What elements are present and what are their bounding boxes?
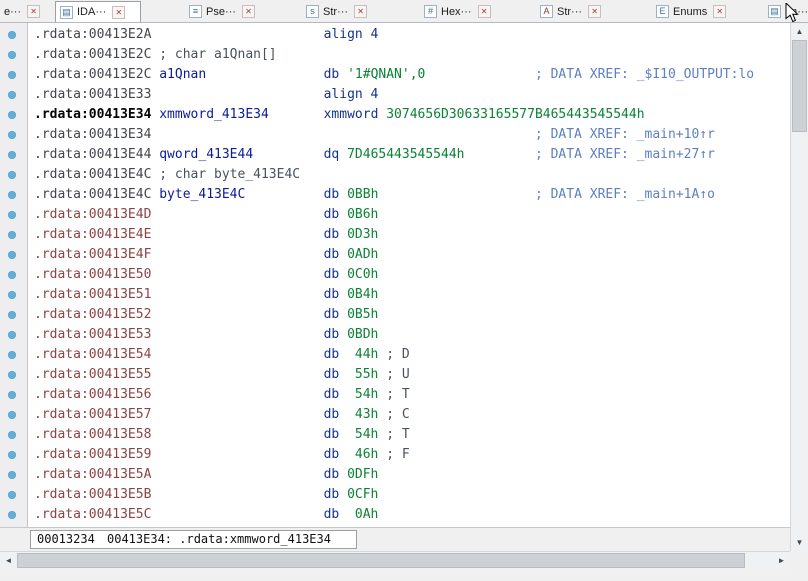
tab-label: Str···: [323, 5, 349, 18]
gutter-dot: [8, 151, 16, 159]
listing-line[interactable]: .rdata:00413E59 db 46h ; F: [34, 445, 790, 465]
horizontal-scrollbar-thumb[interactable]: [17, 553, 745, 568]
gutter-dot: [8, 191, 16, 199]
tab-label: Pse···: [206, 5, 236, 18]
gutter-dot: [8, 311, 16, 319]
gutter-dot: [8, 211, 16, 219]
listing-line[interactable]: .rdata:00413E2C ; char a1Qnan[]: [34, 45, 790, 65]
listing-line[interactable]: .rdata:00413E2C a1Qnan db '1#QNAN',0 ; D…: [34, 65, 790, 85]
status-file-offset: 00013234: [30, 530, 102, 549]
tab-imports[interactable]: ▤ Im···: [764, 2, 808, 21]
gutter-dot: [8, 371, 16, 379]
listing-line[interactable]: .rdata:00413E4F db 0ADh: [34, 245, 790, 265]
tab-close-icon[interactable]: ✕: [241, 5, 255, 18]
gutter-dot: [8, 391, 16, 399]
listing-line[interactable]: .rdata:00413E56 db 54h ; T: [34, 385, 790, 405]
imports-icon: ▤: [768, 5, 781, 18]
listing-line[interactable]: .rdata:00413E4E db 0D3h: [34, 225, 790, 245]
scroll-up-icon[interactable]: ▲: [791, 23, 808, 40]
gutter-dot: [8, 471, 16, 479]
tab-close-icon[interactable]: ✕: [588, 5, 602, 18]
vertical-scrollbar-thumb[interactable]: [792, 40, 807, 132]
gutter-dot: [8, 31, 16, 39]
tab-ida-view[interactable]: ▤ IDA··· ✕: [55, 1, 141, 22]
gutter-dot: [8, 251, 16, 259]
listing-line[interactable]: .rdata:00413E4C ; char byte_413E4C: [34, 165, 790, 185]
status-bar: 00013234 00413E34: .rdata:xmmword_413E34: [0, 527, 790, 551]
listing-line[interactable]: .rdata:00413E4C byte_413E4C db 0BBh ; DA…: [34, 185, 790, 205]
gutter-dot: [8, 91, 16, 99]
tab-strings[interactable]: s Str··· ✕: [302, 2, 380, 21]
listing-line[interactable]: .rdata:00413E34 xmmword_413E34 xmmword 3…: [34, 105, 790, 125]
tab-label: e···: [4, 5, 22, 18]
gutter-dot: [8, 431, 16, 439]
listing-gutter: [0, 23, 28, 527]
gutter-dot: [8, 131, 16, 139]
tab-pseudocode[interactable]: ≡ Pse··· ✕: [185, 2, 267, 21]
tab-close-icon[interactable]: ✕: [112, 5, 126, 19]
gutter-dot: [8, 111, 16, 119]
gutter-dot: [8, 71, 16, 79]
gutter-dot: [8, 171, 16, 179]
listing-line[interactable]: .rdata:00413E57 db 43h ; C: [34, 405, 790, 425]
tab-close-icon[interactable]: ✕: [27, 5, 41, 18]
listing-line[interactable]: .rdata:00413E5B db 0CFh: [34, 485, 790, 505]
horizontal-scrollbar[interactable]: ◄ ►: [0, 551, 790, 569]
gutter-dot: [8, 511, 16, 519]
listing-line[interactable]: .rdata:00413E4D db 0B6h: [34, 205, 790, 225]
tab-label: Im···: [785, 5, 808, 18]
scroll-right-icon[interactable]: ►: [773, 552, 790, 569]
listing-line[interactable]: .rdata:00413E44 qword_413E44 dq 7D465443…: [34, 145, 790, 165]
structures-icon: A: [540, 5, 553, 18]
tab-label: Enums: [673, 5, 708, 18]
scrollbar-corner: [790, 551, 808, 569]
gutter-dot: [8, 271, 16, 279]
tab-bar: e··· ✕ ▤ IDA··· ✕ ≡ Pse··· ✕ s Str··· ✕ # Hex··· ✕ A St…: [0, 0, 808, 23]
status-cursor-position: 00413E34: .rdata:xmmword_413E34: [101, 530, 357, 549]
listing-line[interactable]: .rdata:00413E53 db 0BDh: [34, 325, 790, 345]
listing-line[interactable]: .rdata:00413E51 db 0B4h: [34, 285, 790, 305]
gutter-dot: [8, 51, 16, 59]
listing-line[interactable]: .rdata:00413E54 db 44h ; D: [34, 345, 790, 365]
tab-close-icon[interactable]: ✕: [354, 5, 368, 18]
tab-label: Hex···: [441, 5, 472, 18]
ida-view-icon: ▤: [60, 5, 73, 19]
disassembly-listing[interactable]: .rdata:00413E2A align 4 .rdata:00413E2C ;…: [28, 23, 790, 527]
listing-line[interactable]: .rdata:00413E55 db 55h ; U: [34, 365, 790, 385]
gutter-dot: [8, 451, 16, 459]
hexview-icon: #: [424, 5, 437, 18]
gutter-dot: [8, 491, 16, 499]
vertical-scrollbar[interactable]: ▲ ▼: [790, 23, 808, 551]
listing-line[interactable]: .rdata:00413E52 db 0B5h: [34, 305, 790, 325]
listing-line[interactable]: .rdata:00413E50 db 0C0h: [34, 265, 790, 285]
tab-label: IDA···: [77, 6, 107, 18]
gutter-dot: [8, 331, 16, 339]
tab-close-icon[interactable]: ✕: [477, 5, 491, 18]
scroll-down-icon[interactable]: ▼: [791, 534, 808, 551]
scroll-left-icon[interactable]: ◄: [0, 552, 17, 569]
strings-icon: s: [306, 5, 319, 18]
listing-line[interactable]: .rdata:00413E58 db 54h ; T: [34, 425, 790, 445]
gutter-dot: [8, 351, 16, 359]
listing-line[interactable]: .rdata:00413E33 align 4: [34, 85, 790, 105]
enums-icon: E: [656, 5, 669, 18]
listing-line[interactable]: .rdata:00413E34 ; DATA XREF: _main+10↑r: [34, 125, 790, 145]
tab-structures[interactable]: A Str··· ✕: [536, 2, 617, 21]
tab-hex-view[interactable]: # Hex··· ✕: [420, 2, 501, 21]
tab-enums[interactable]: E Enums ✕: [652, 2, 730, 21]
pseudocode-icon: ≡: [189, 5, 202, 18]
gutter-dot: [8, 411, 16, 419]
gutter-dot: [8, 291, 16, 299]
listing-line[interactable]: .rdata:00413E5A db 0DFh: [34, 465, 790, 485]
gutter-dot: [8, 231, 16, 239]
listing-line[interactable]: .rdata:00413E2A align 4: [34, 25, 790, 45]
tab-partial-e[interactable]: e··· ✕: [0, 2, 56, 21]
listing-line[interactable]: .rdata:00413E5C db 0Ah: [34, 505, 790, 525]
tab-close-icon[interactable]: ✕: [713, 5, 727, 18]
tab-label: Str···: [557, 5, 583, 18]
